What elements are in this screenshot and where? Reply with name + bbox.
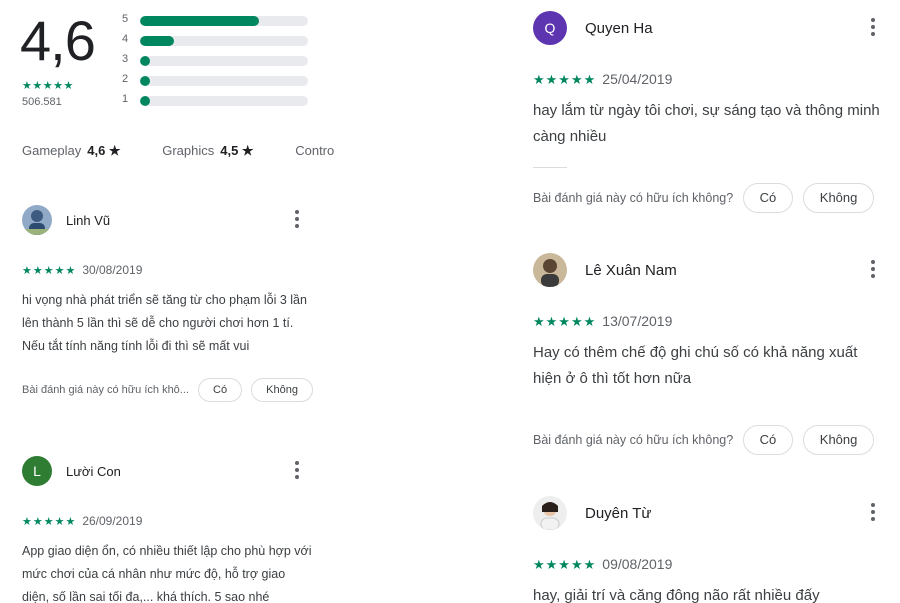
aspect-controls[interactable]: Contro	[295, 143, 334, 158]
helpful-prompt: Bài đánh giá này có hữu ích khô... Có Kh…	[22, 377, 313, 403]
review-card: Duyên Từ ★★★★★ 09/08/2019 hay, giải trí v…	[533, 496, 885, 603]
more-options-icon[interactable]	[287, 207, 307, 231]
reviewer-name: Linh Vũ	[66, 213, 111, 228]
helpful-prompt: Bài đánh giá này có hữu ích không? Có Kh…	[533, 425, 875, 455]
divider	[340, 0, 505, 603]
helpful-yes-button[interactable]: Có	[742, 425, 794, 455]
avatar	[533, 253, 567, 287]
average-rating-stars: ★★★★★	[22, 80, 74, 92]
reviewer-name: Quyen Ha	[585, 20, 653, 37]
review-date: 25/04/2019	[602, 71, 673, 87]
review-stars: ★★★★★	[533, 72, 597, 87]
avatar	[533, 496, 567, 530]
review-text: App giao diện ổn, có nhiều thiết lập cho…	[22, 544, 312, 603]
rating-bar-label: 1	[121, 93, 129, 105]
review-card: Linh Vũ ★★★★★ 30/08/2019 hi vọng nhà phát…	[22, 205, 322, 410]
review-date: 30/08/2019	[82, 263, 143, 277]
more-options-icon[interactable]	[863, 500, 883, 524]
helpful-prompt: Bài đánh giá này có hữu ích không? Có Kh…	[533, 183, 875, 213]
review-card: Lê Xuân Nam ★★★★★ 13/07/2019 Hay có thêm …	[533, 253, 885, 468]
separator	[533, 167, 567, 168]
avatar: Q	[533, 11, 567, 45]
avatar: L	[22, 456, 52, 486]
more-options-icon[interactable]	[863, 257, 883, 281]
rating-bar-fill	[140, 56, 151, 66]
aspect-graphics[interactable]: Graphics 4,5 ★	[162, 143, 253, 159]
rating-bar-row: 5	[120, 12, 310, 32]
reviewer-name: Lười Con	[66, 464, 121, 479]
review-text: hay lắm từ ngày tôi chơi, sự sáng tạo và…	[533, 102, 880, 145]
review-text: hi vọng nhà phát triển sẽ tăng từ cho ph…	[22, 293, 307, 353]
review-date: 09/08/2019	[602, 556, 673, 572]
rating-count: 506.581	[22, 96, 62, 108]
review-meta: ★★★★★ 26/09/2019	[22, 512, 142, 530]
review-stars: ★★★★★	[533, 314, 597, 329]
more-options-icon[interactable]	[287, 458, 307, 482]
review-meta: ★★★★★ 30/08/2019	[22, 261, 142, 279]
helpful-yes-button[interactable]: Có	[742, 183, 794, 213]
rating-bar-label: 5	[121, 13, 129, 25]
reviews-panel-left: 4,6 ★★★★★ 506.581 5 4 3 2 1 Gameplay 4,6 …	[0, 0, 340, 603]
review-meta: ★★★★★ 13/07/2019	[533, 313, 672, 331]
aspect-gameplay[interactable]: Gameplay 4,6 ★	[22, 143, 121, 159]
reviewer-name: Lê Xuân Nam	[585, 262, 677, 279]
rating-bar-row: 2	[120, 72, 310, 92]
rating-bar-label: 2	[121, 73, 129, 85]
reviews-panel-right: Q Quyen Ha ★★★★★ 25/04/2019 hay lắm từ ng…	[505, 0, 900, 603]
rating-bar-fill	[140, 96, 151, 106]
review-date: 13/07/2019	[602, 313, 673, 329]
review-stars: ★★★★★	[533, 557, 597, 572]
review-stars: ★★★★★	[22, 265, 77, 277]
more-options-icon[interactable]	[863, 15, 883, 39]
helpful-no-button[interactable]: Không	[251, 378, 313, 402]
review-stars: ★★★★★	[22, 516, 77, 528]
review-meta: ★★★★★ 09/08/2019	[533, 556, 672, 574]
reviewer-name: Duyên Từ	[585, 505, 652, 522]
aspect-ratings: Gameplay 4,6 ★ Graphics 4,5 ★ Contro	[22, 143, 340, 159]
helpful-question: Bài đánh giá này có hữu ích không?	[533, 433, 734, 447]
helpful-question: Bài đánh giá này có hữu ích khô...	[22, 384, 189, 396]
review-date: 26/09/2019	[82, 514, 143, 528]
rating-distribution: 5 4 3 2 1	[120, 12, 310, 112]
helpful-yes-button[interactable]: Có	[198, 378, 243, 402]
rating-bar-fill	[140, 16, 260, 26]
helpful-no-button[interactable]: Không	[802, 183, 875, 213]
review-card: L Lười Con ★★★★★ 26/09/2019 App giao diện…	[22, 456, 322, 603]
review-meta: ★★★★★ 25/04/2019	[533, 71, 672, 89]
rating-bar-fill	[140, 76, 151, 86]
review-text: Hay có thêm chế độ ghi chú số có khả năn…	[533, 344, 858, 387]
rating-bar-label: 4	[121, 33, 129, 45]
rating-bar-label: 3	[121, 53, 129, 65]
rating-bar-fill	[140, 36, 174, 46]
review-text: hay, giải trí và căng đông não rất nhiều…	[533, 587, 820, 603]
avatar	[22, 205, 52, 235]
average-rating: 4,6	[20, 9, 96, 72]
rating-bar-row: 3	[120, 52, 310, 72]
review-card: Q Quyen Ha ★★★★★ 25/04/2019 hay lắm từ ng…	[533, 11, 885, 221]
rating-bar-row: 4	[120, 32, 310, 52]
helpful-no-button[interactable]: Không	[802, 425, 875, 455]
helpful-question: Bài đánh giá này có hữu ích không?	[533, 191, 734, 205]
rating-bar-row: 1	[120, 92, 310, 112]
